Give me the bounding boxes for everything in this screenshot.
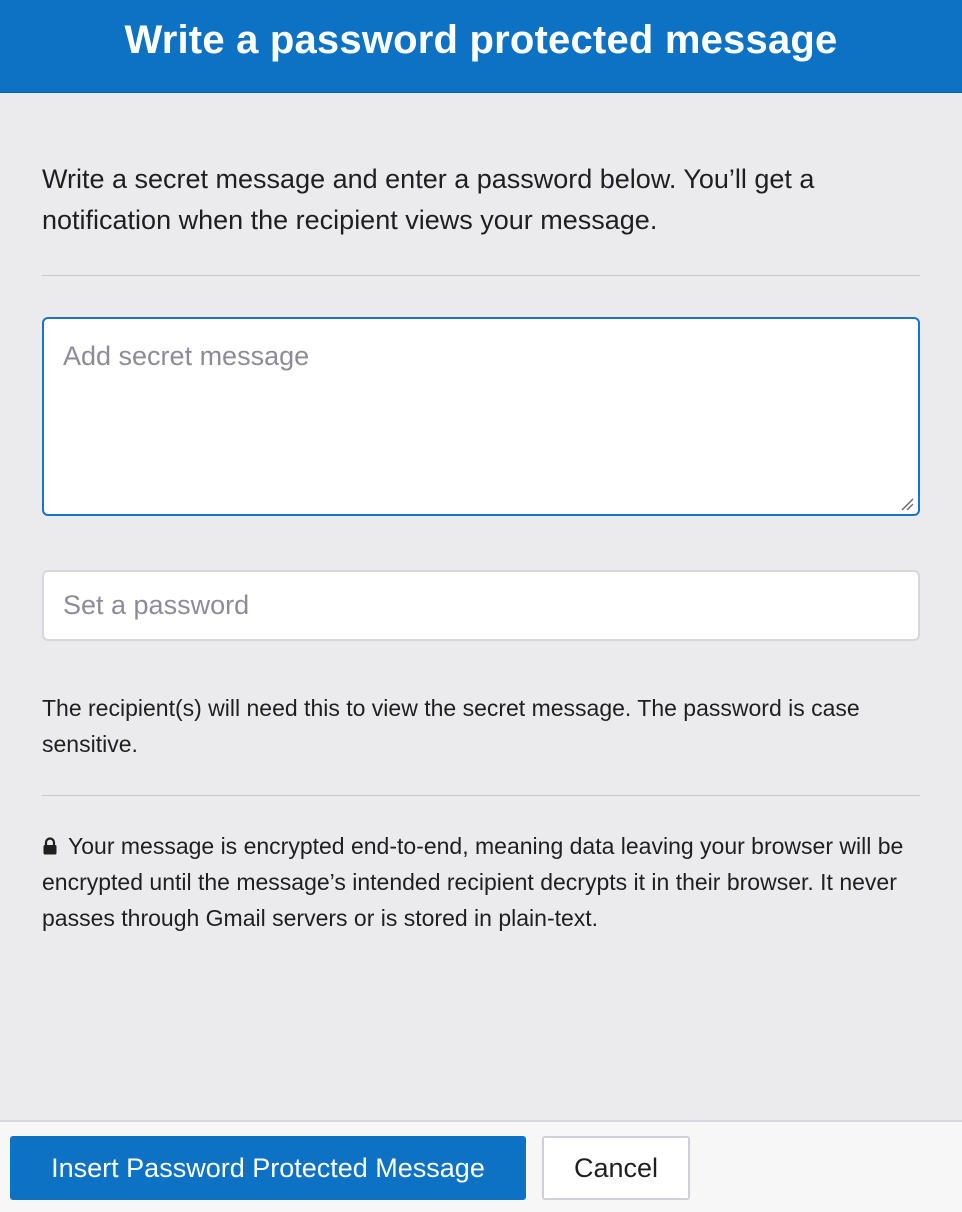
dialog-footer: Insert Password Protected Message Cancel (0, 1120, 962, 1212)
encryption-notice: Your message is encrypted end-to-end, me… (42, 828, 920, 936)
insert-message-button[interactable]: Insert Password Protected Message (10, 1136, 526, 1200)
encryption-notice-text: Your message is encrypted end-to-end, me… (42, 833, 904, 931)
divider (42, 795, 920, 796)
cancel-button[interactable]: Cancel (542, 1136, 690, 1200)
password-message-dialog: Write a password protected message Write… (0, 0, 962, 1212)
resize-grip-icon[interactable] (900, 497, 914, 511)
intro-text: Write a secret message and enter a passw… (42, 164, 815, 235)
dialog-title: Write a password protected message (124, 17, 838, 62)
password-help-text: The recipient(s) will need this to view … (42, 695, 860, 757)
secret-message-input[interactable] (42, 317, 920, 516)
dialog-header: Write a password protected message (0, 0, 962, 93)
lock-icon (43, 837, 57, 855)
password-input[interactable] (42, 570, 920, 641)
divider (42, 275, 920, 276)
